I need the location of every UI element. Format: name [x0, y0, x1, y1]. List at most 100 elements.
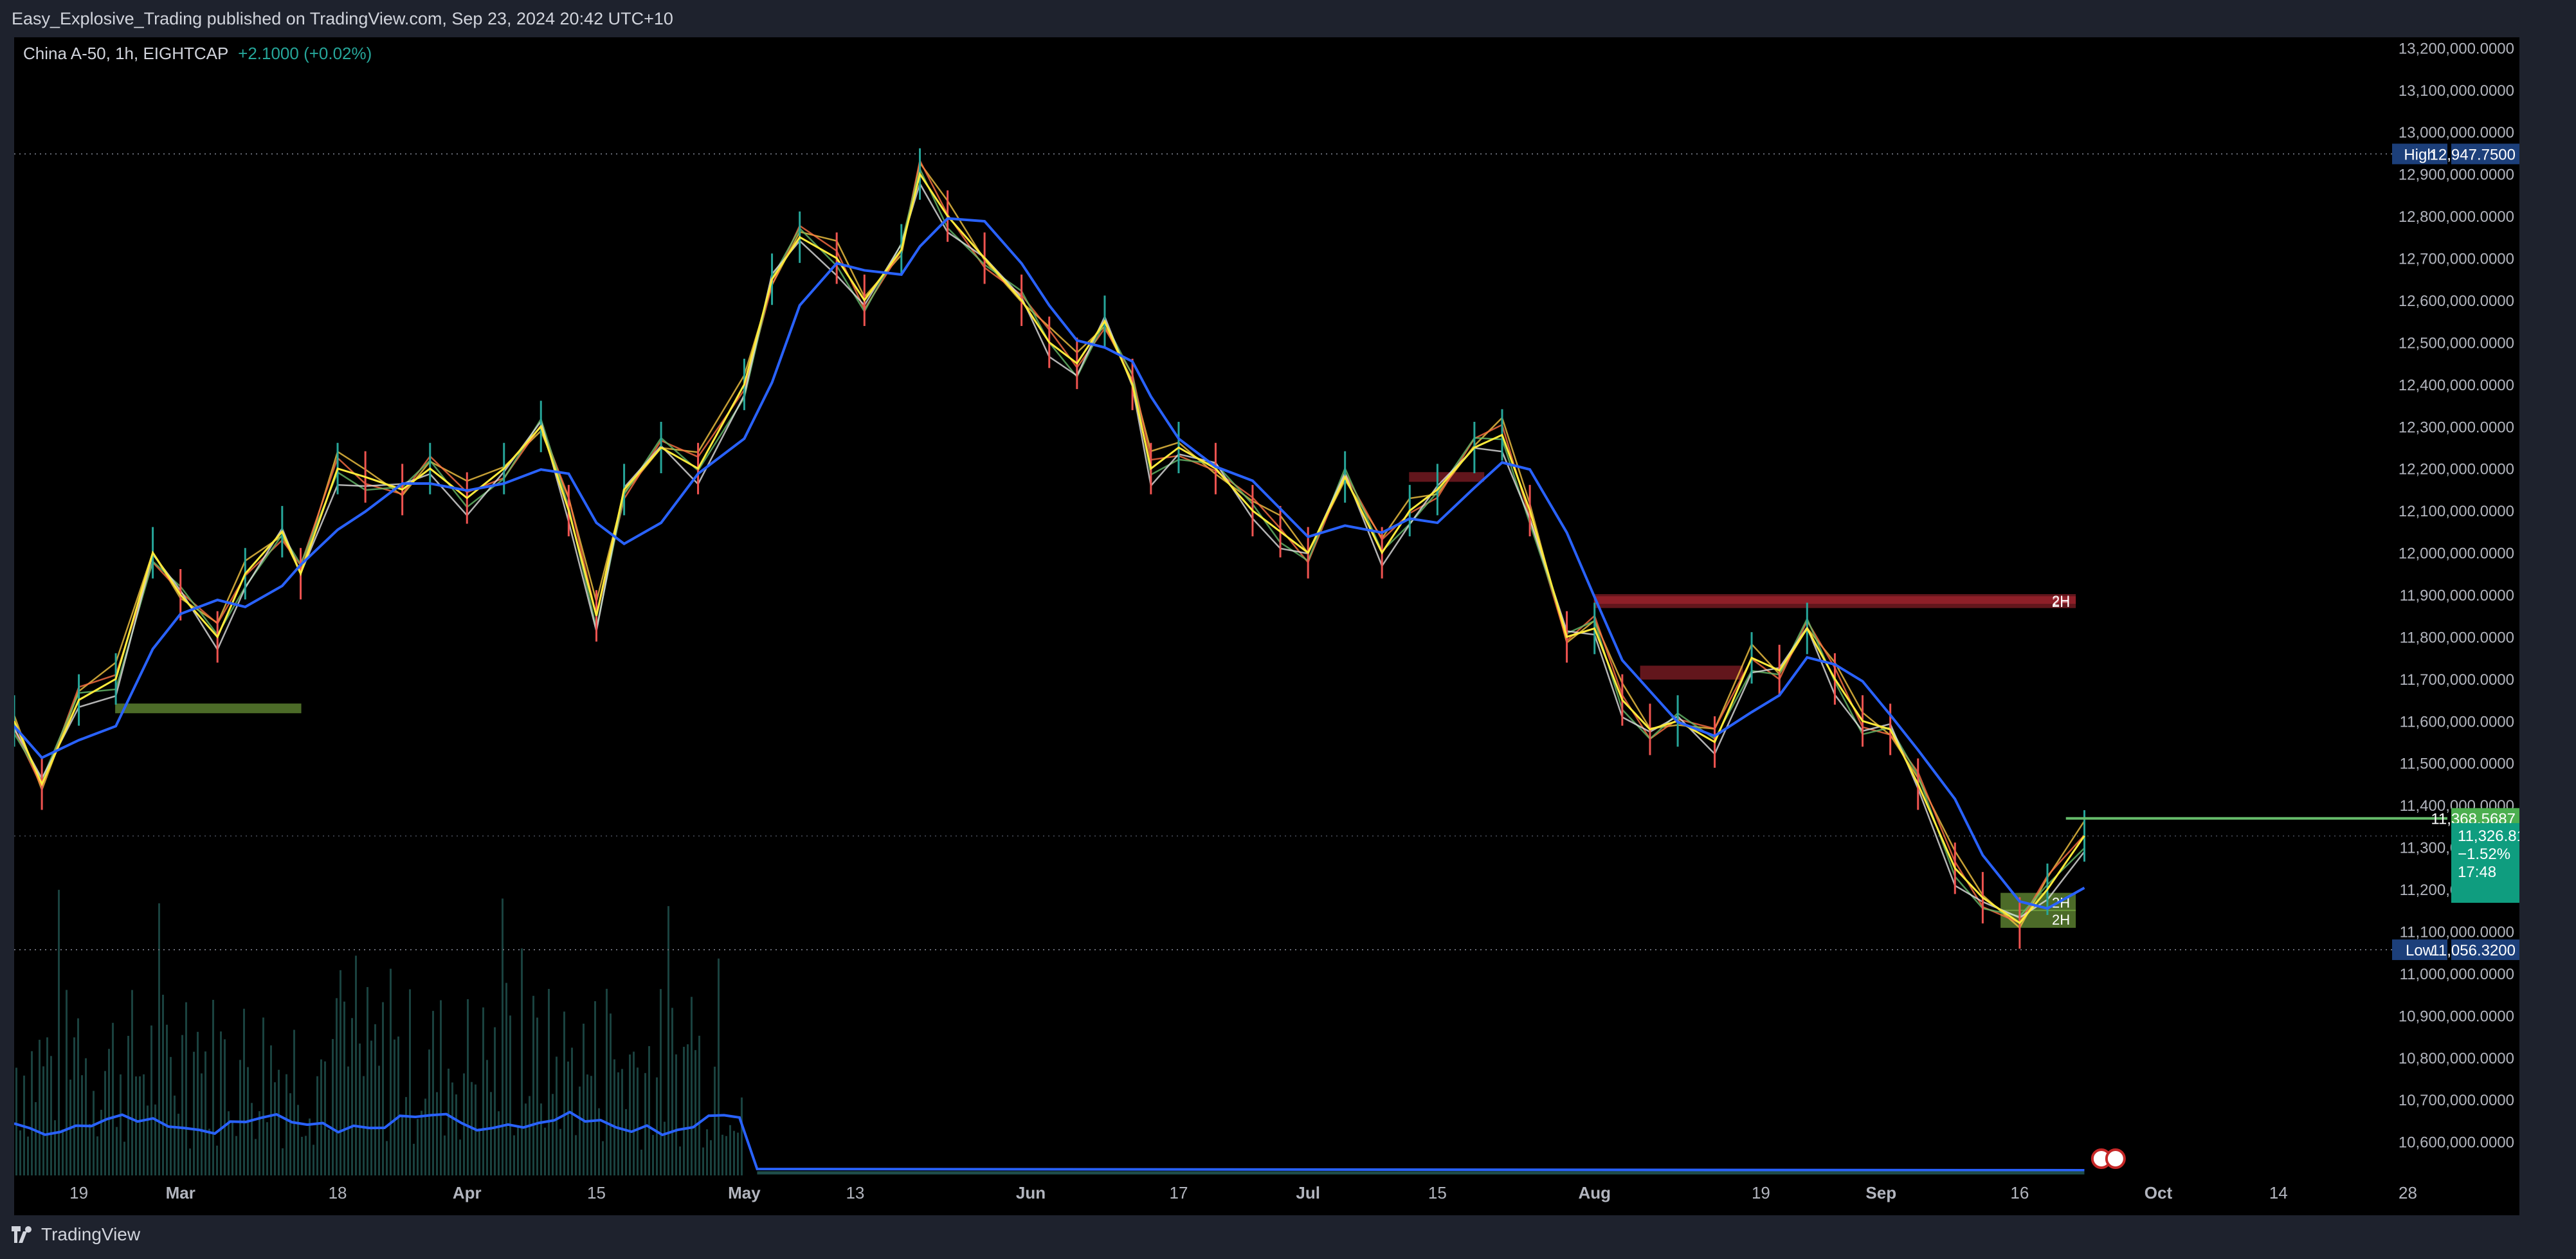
volume-bar	[532, 995, 534, 1175]
time-tick-label: Mar	[166, 1183, 195, 1202]
time-tick-label: 28	[2399, 1183, 2417, 1202]
last-price-change: −1.52%	[2458, 846, 2510, 863]
volume-bar	[694, 1050, 696, 1175]
volume-bar	[428, 1049, 430, 1175]
volume-bar	[150, 1025, 152, 1175]
volume-bar	[42, 1066, 44, 1175]
price-tick-label: 11,900,000.0000	[2400, 587, 2514, 604]
price-tick-label: 12,800,000.0000	[2399, 208, 2514, 226]
volume-bar	[35, 1102, 37, 1175]
price-tick-label: 11,100,000.0000	[2400, 923, 2514, 941]
price-tick-label: 12,100,000.0000	[2399, 503, 2514, 520]
volume-bar	[278, 1069, 280, 1175]
volume-bar	[131, 990, 133, 1175]
chart-pane[interactable]: 2H2H2H2H13,200,000.000013,100,000.000013…	[14, 37, 2519, 1215]
volume-bar	[313, 1145, 314, 1175]
volume-bar	[559, 1128, 561, 1175]
volume-bar	[85, 1058, 87, 1175]
volume-bar	[108, 1049, 110, 1175]
symbol-change: +2.1000 (+0.02%)	[238, 44, 372, 63]
volume-bar	[104, 1071, 106, 1175]
price-tick-label: 11,500,000.0000	[2400, 756, 2514, 773]
price-tick-label: 11,600,000.0000	[2400, 713, 2514, 730]
volume-bar	[239, 1060, 241, 1175]
volume-bar	[374, 1024, 376, 1175]
volume-bar	[316, 1076, 318, 1175]
high-tag-value: 12,947.7500	[2430, 146, 2516, 163]
volume-bar	[31, 1051, 33, 1175]
volume-bar	[478, 1128, 480, 1175]
price-tick-label: 12,000,000.0000	[2399, 545, 2514, 563]
volume-bar	[656, 1077, 658, 1175]
volume-bar	[301, 1136, 303, 1175]
volume-bar	[139, 1076, 141, 1175]
time-tick-label: Aug	[1578, 1183, 1611, 1202]
volume-bar	[617, 1072, 619, 1175]
volume-bar	[189, 1148, 191, 1175]
volume-bar	[610, 1013, 612, 1175]
volume-bar	[255, 1139, 257, 1175]
volume-bar	[62, 1129, 64, 1175]
volume-bar	[177, 1114, 179, 1175]
volume-bar	[552, 1094, 554, 1175]
volume-bar	[525, 1103, 527, 1175]
tradingview-logo[interactable]: TradingView	[12, 1224, 140, 1245]
volume-bar	[116, 1127, 118, 1175]
volume-bar	[135, 1076, 137, 1175]
time-tick-label: 18	[329, 1183, 347, 1202]
volume-bar	[39, 1040, 41, 1175]
volume-bar	[455, 1094, 457, 1175]
time-tick-label: 13	[846, 1183, 864, 1202]
volume-bar	[613, 1059, 615, 1175]
time-tick-label: 16	[2010, 1183, 2029, 1202]
time-axis[interactable]	[14, 1175, 2445, 1215]
volume-bar	[390, 968, 392, 1175]
volume-bar	[394, 1039, 395, 1175]
price-tick-label: 13,100,000.0000	[2399, 82, 2514, 100]
volume-bar	[363, 1076, 365, 1175]
low-tag-value: 11,056.3200	[2431, 942, 2516, 959]
volume-bar	[347, 1066, 349, 1175]
volume-bar	[305, 1136, 307, 1175]
volume-bar	[289, 1093, 291, 1175]
volume-bar	[401, 1116, 403, 1175]
volume-bar	[621, 1069, 623, 1175]
volume-bar	[679, 1146, 681, 1175]
volume-bar	[729, 1125, 731, 1175]
volume-bar	[123, 1141, 125, 1175]
price-tick-label: 10,700,000.0000	[2399, 1092, 2514, 1109]
bar-countdown: 17:48	[2458, 864, 2496, 881]
volume-bar	[667, 906, 669, 1175]
volume-bar	[320, 1059, 322, 1175]
zone-supply	[1593, 596, 2076, 604]
last-price-value: 11,326.8100	[2458, 828, 2519, 845]
volume-bar	[96, 1136, 98, 1175]
volume-bar	[181, 1035, 183, 1175]
volume-bar	[158, 903, 160, 1175]
us-flag-icon[interactable]	[2105, 1148, 2126, 1169]
volume-bar	[19, 1130, 21, 1175]
volume-bar	[424, 1098, 426, 1175]
volume-bar	[486, 1060, 488, 1175]
volume-bar	[143, 1074, 145, 1175]
volume-bar	[451, 1082, 453, 1175]
volume-bar	[521, 948, 523, 1175]
volume-bar	[733, 1130, 735, 1175]
volume-bar	[170, 1056, 172, 1175]
volume-bar	[586, 1074, 588, 1175]
price-chart[interactable]: 2H2H2H2H13,200,000.000013,100,000.000013…	[14, 37, 2519, 1215]
volume-bar	[73, 1037, 75, 1175]
volume-bar	[563, 1011, 565, 1175]
time-tick-label: May	[728, 1183, 761, 1202]
volume-bar	[505, 983, 507, 1175]
volume-bar	[332, 1038, 334, 1175]
price-tick-label: 12,900,000.0000	[2399, 167, 2514, 184]
volume-bar	[166, 1024, 168, 1175]
time-tick-label: 15	[1428, 1183, 1447, 1202]
volume-bar	[208, 1128, 210, 1175]
volume-bar	[448, 1068, 449, 1175]
volume-bar	[224, 1039, 226, 1175]
price-tick-label: 12,500,000.0000	[2399, 334, 2514, 352]
time-tick-label: Sep	[1865, 1183, 1896, 1202]
volume-bar	[598, 1108, 600, 1175]
